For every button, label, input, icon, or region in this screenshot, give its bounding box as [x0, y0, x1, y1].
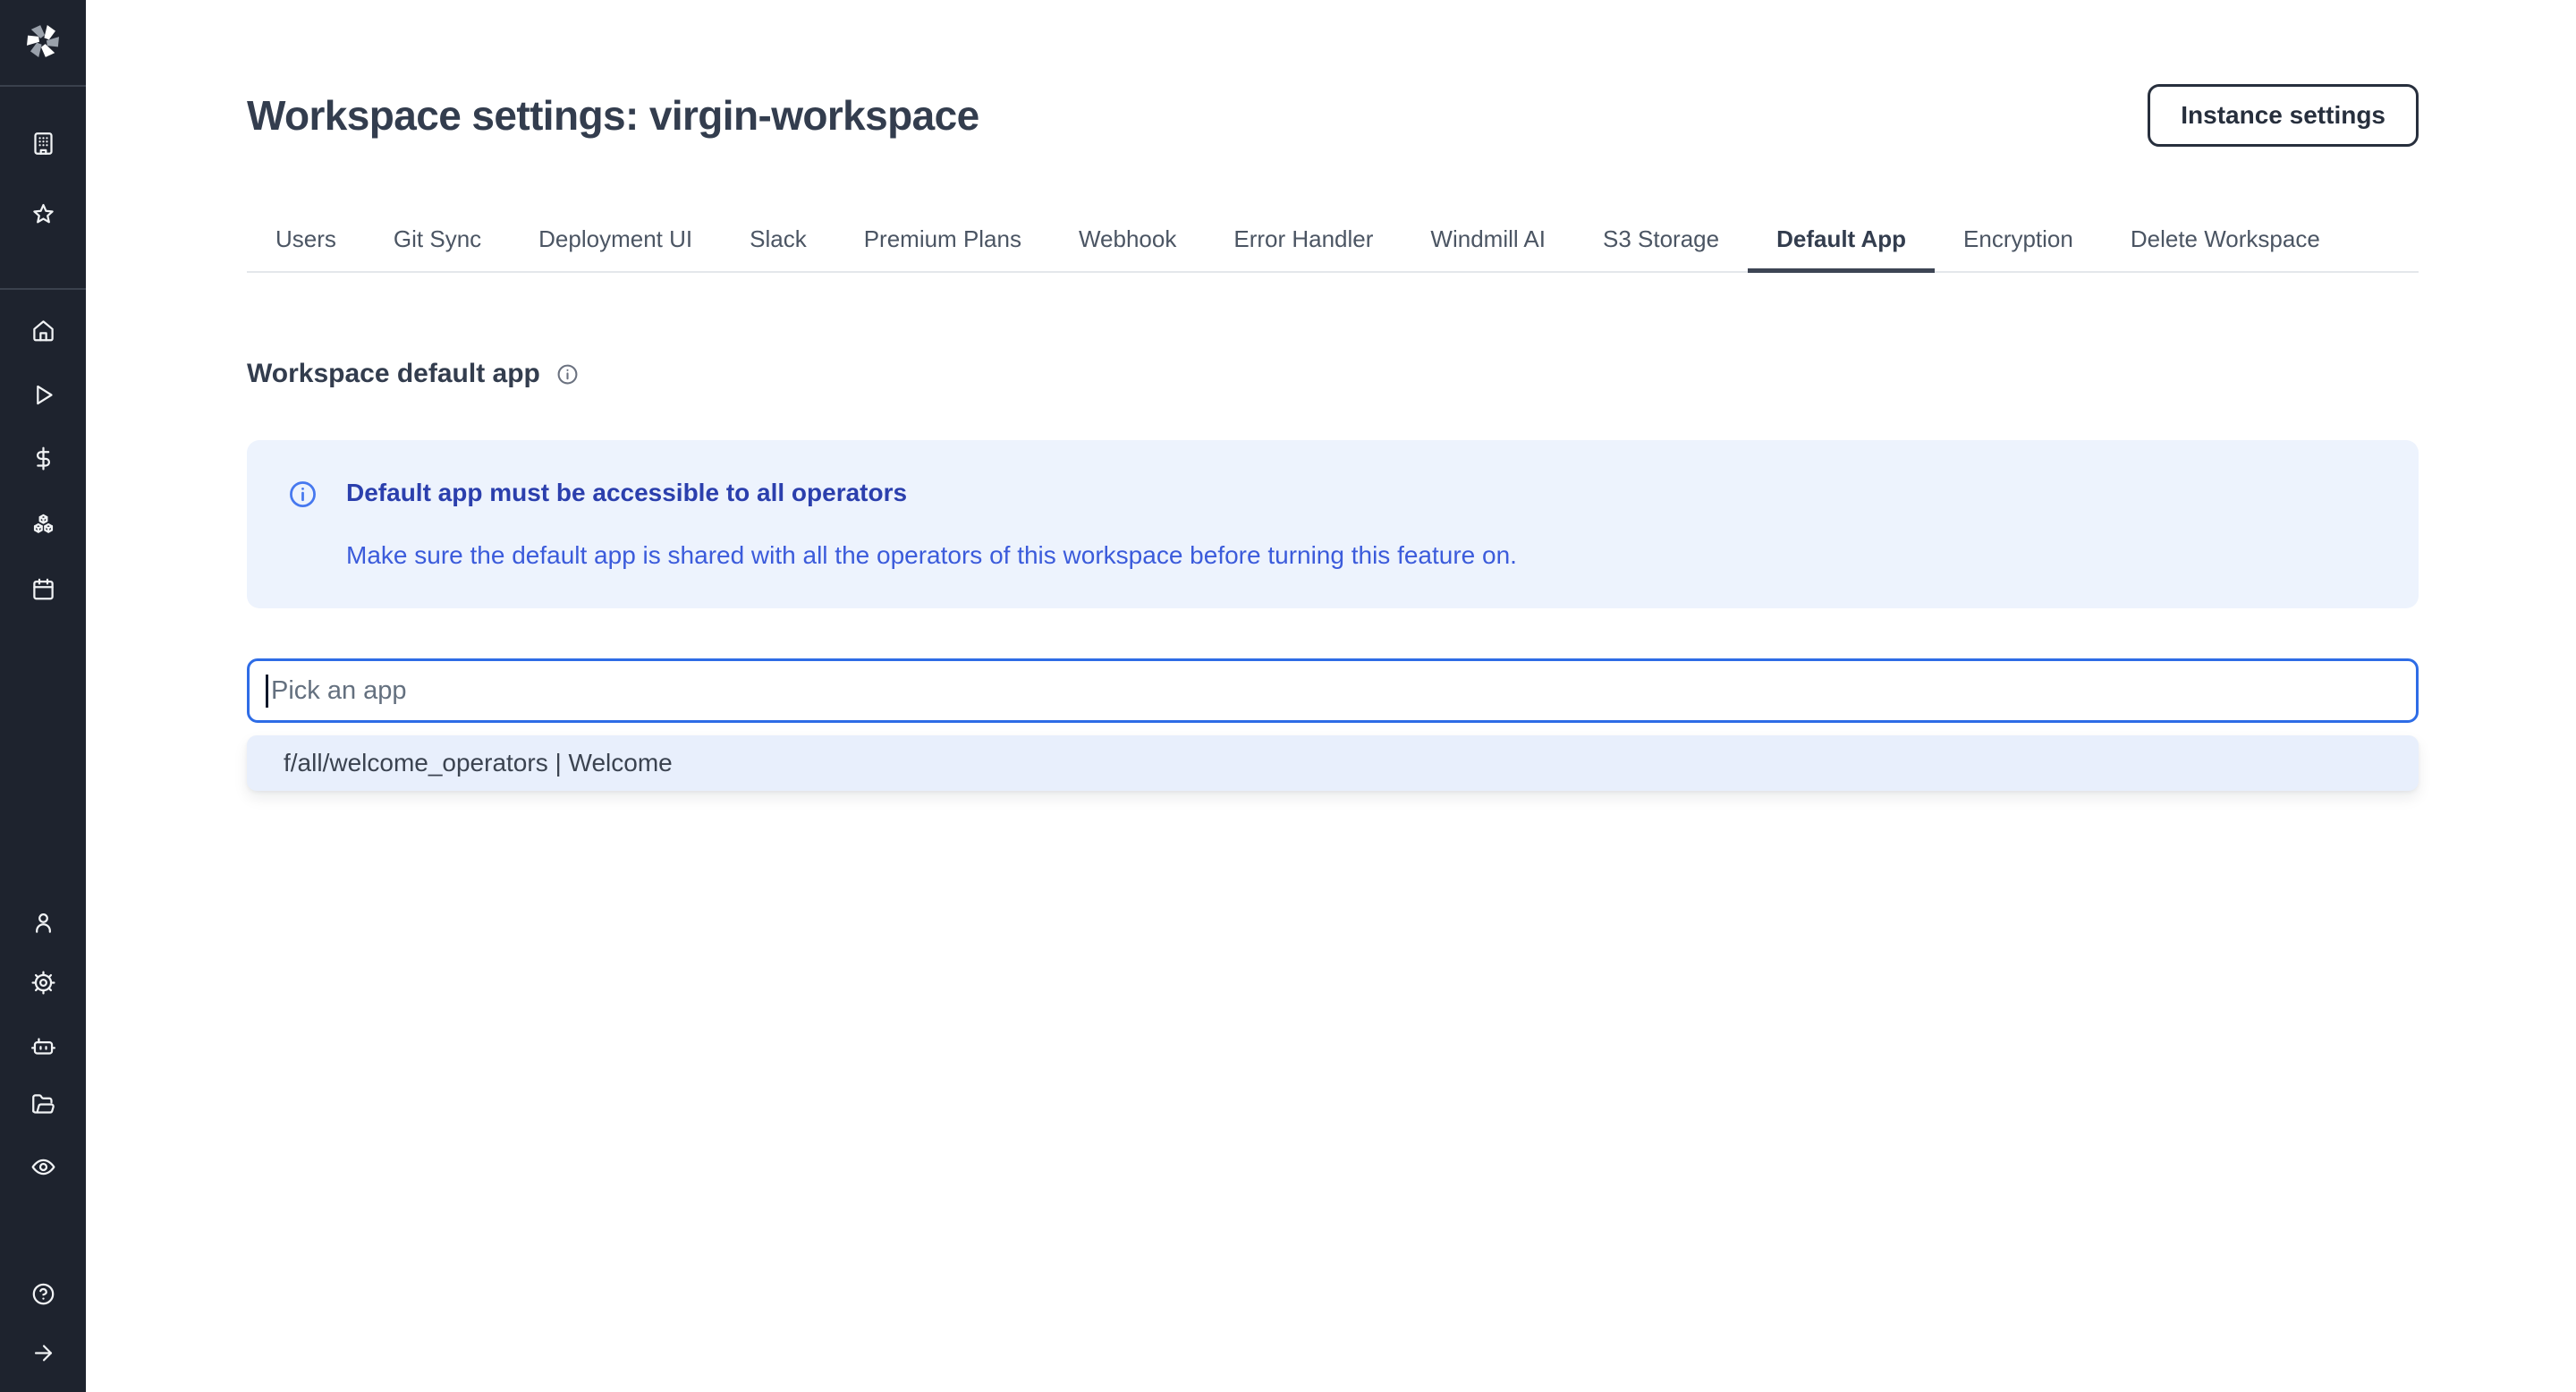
star-icon	[31, 202, 55, 226]
sidebar-item-variables[interactable]	[0, 437, 86, 480]
tab-premium-plans[interactable]: Premium Plans	[835, 213, 1050, 273]
gear-icon	[31, 971, 55, 995]
robot-icon	[31, 1033, 55, 1057]
tab-default-app[interactable]: Default App	[1748, 213, 1935, 273]
windmill-logo[interactable]	[0, 20, 86, 63]
help-circle-icon	[31, 1282, 55, 1306]
sidebar-item-home[interactable]	[0, 309, 86, 352]
main-content: Workspace settings: virgin-workspace Ins…	[86, 0, 2576, 1392]
sidebar-divider	[0, 85, 86, 87]
sidebar-item-schedules[interactable]	[0, 567, 86, 610]
sidebar	[0, 0, 86, 1392]
page-title: Workspace settings: virgin-workspace	[247, 89, 979, 141]
building-icon	[31, 132, 55, 156]
sidebar-item-resources[interactable]	[0, 503, 86, 546]
app-picker-dropdown: f/all/welcome_operators | Welcome	[247, 735, 2419, 791]
info-alert: Default app must be accessible to all op…	[247, 440, 2419, 608]
text-caret	[266, 675, 268, 708]
tab-encryption[interactable]: Encryption	[1935, 213, 2102, 273]
sidebar-item-expand[interactable]	[0, 1331, 86, 1374]
page-header: Workspace settings: virgin-workspace Ins…	[247, 84, 2419, 147]
home-icon	[31, 318, 55, 343]
tab-webhook[interactable]: Webhook	[1050, 213, 1205, 273]
user-icon	[31, 911, 55, 935]
sidebar-item-help[interactable]	[0, 1272, 86, 1315]
alert-body: Make sure the default app is shared with…	[346, 540, 1517, 571]
app-picker	[247, 658, 2419, 723]
tab-users[interactable]: Users	[247, 213, 365, 273]
calendar-icon	[31, 577, 55, 601]
tab-delete-workspace[interactable]: Delete Workspace	[2102, 213, 2349, 273]
app-picker-input[interactable]	[247, 658, 2419, 723]
info-icon[interactable]	[556, 363, 579, 386]
tab-deployment-ui[interactable]: Deployment UI	[510, 213, 721, 273]
alert-title: Default app must be accessible to all op…	[346, 478, 1517, 508]
windmill-pinwheel-icon	[21, 20, 64, 63]
sidebar-item-settings[interactable]	[0, 961, 86, 1004]
sidebar-divider	[0, 288, 86, 290]
sidebar-item-users[interactable]	[0, 901, 86, 944]
settings-tabs: Users Git Sync Deployment UI Slack Premi…	[247, 213, 2419, 273]
eye-icon	[31, 1155, 55, 1179]
arrow-right-icon	[31, 1341, 55, 1365]
dollar-sign-icon	[31, 446, 55, 471]
section-heading: Workspace default app	[247, 358, 540, 390]
tab-windmill-ai[interactable]: Windmill AI	[1402, 213, 1574, 273]
section-heading-row: Workspace default app	[247, 358, 2419, 390]
dropdown-option[interactable]: f/all/welcome_operators | Welcome	[247, 735, 2419, 791]
alert-text: Default app must be accessible to all op…	[346, 478, 1517, 571]
sidebar-item-workspace[interactable]	[0, 122, 86, 165]
tab-git-sync[interactable]: Git Sync	[365, 213, 510, 273]
tab-s3-storage[interactable]: S3 Storage	[1574, 213, 1748, 273]
boxes-icon	[31, 513, 55, 537]
tab-slack[interactable]: Slack	[721, 213, 835, 273]
sidebar-item-audit-logs[interactable]	[0, 1145, 86, 1188]
sidebar-item-favorites[interactable]	[0, 192, 86, 235]
folder-open-icon	[31, 1092, 55, 1116]
sidebar-item-folders[interactable]	[0, 1082, 86, 1125]
sidebar-item-workers[interactable]	[0, 1023, 86, 1066]
play-icon	[31, 383, 55, 407]
sidebar-item-runs[interactable]	[0, 373, 86, 416]
info-circle-icon	[288, 480, 318, 509]
tab-error-handler[interactable]: Error Handler	[1205, 213, 1402, 273]
instance-settings-button[interactable]: Instance settings	[2148, 84, 2419, 147]
